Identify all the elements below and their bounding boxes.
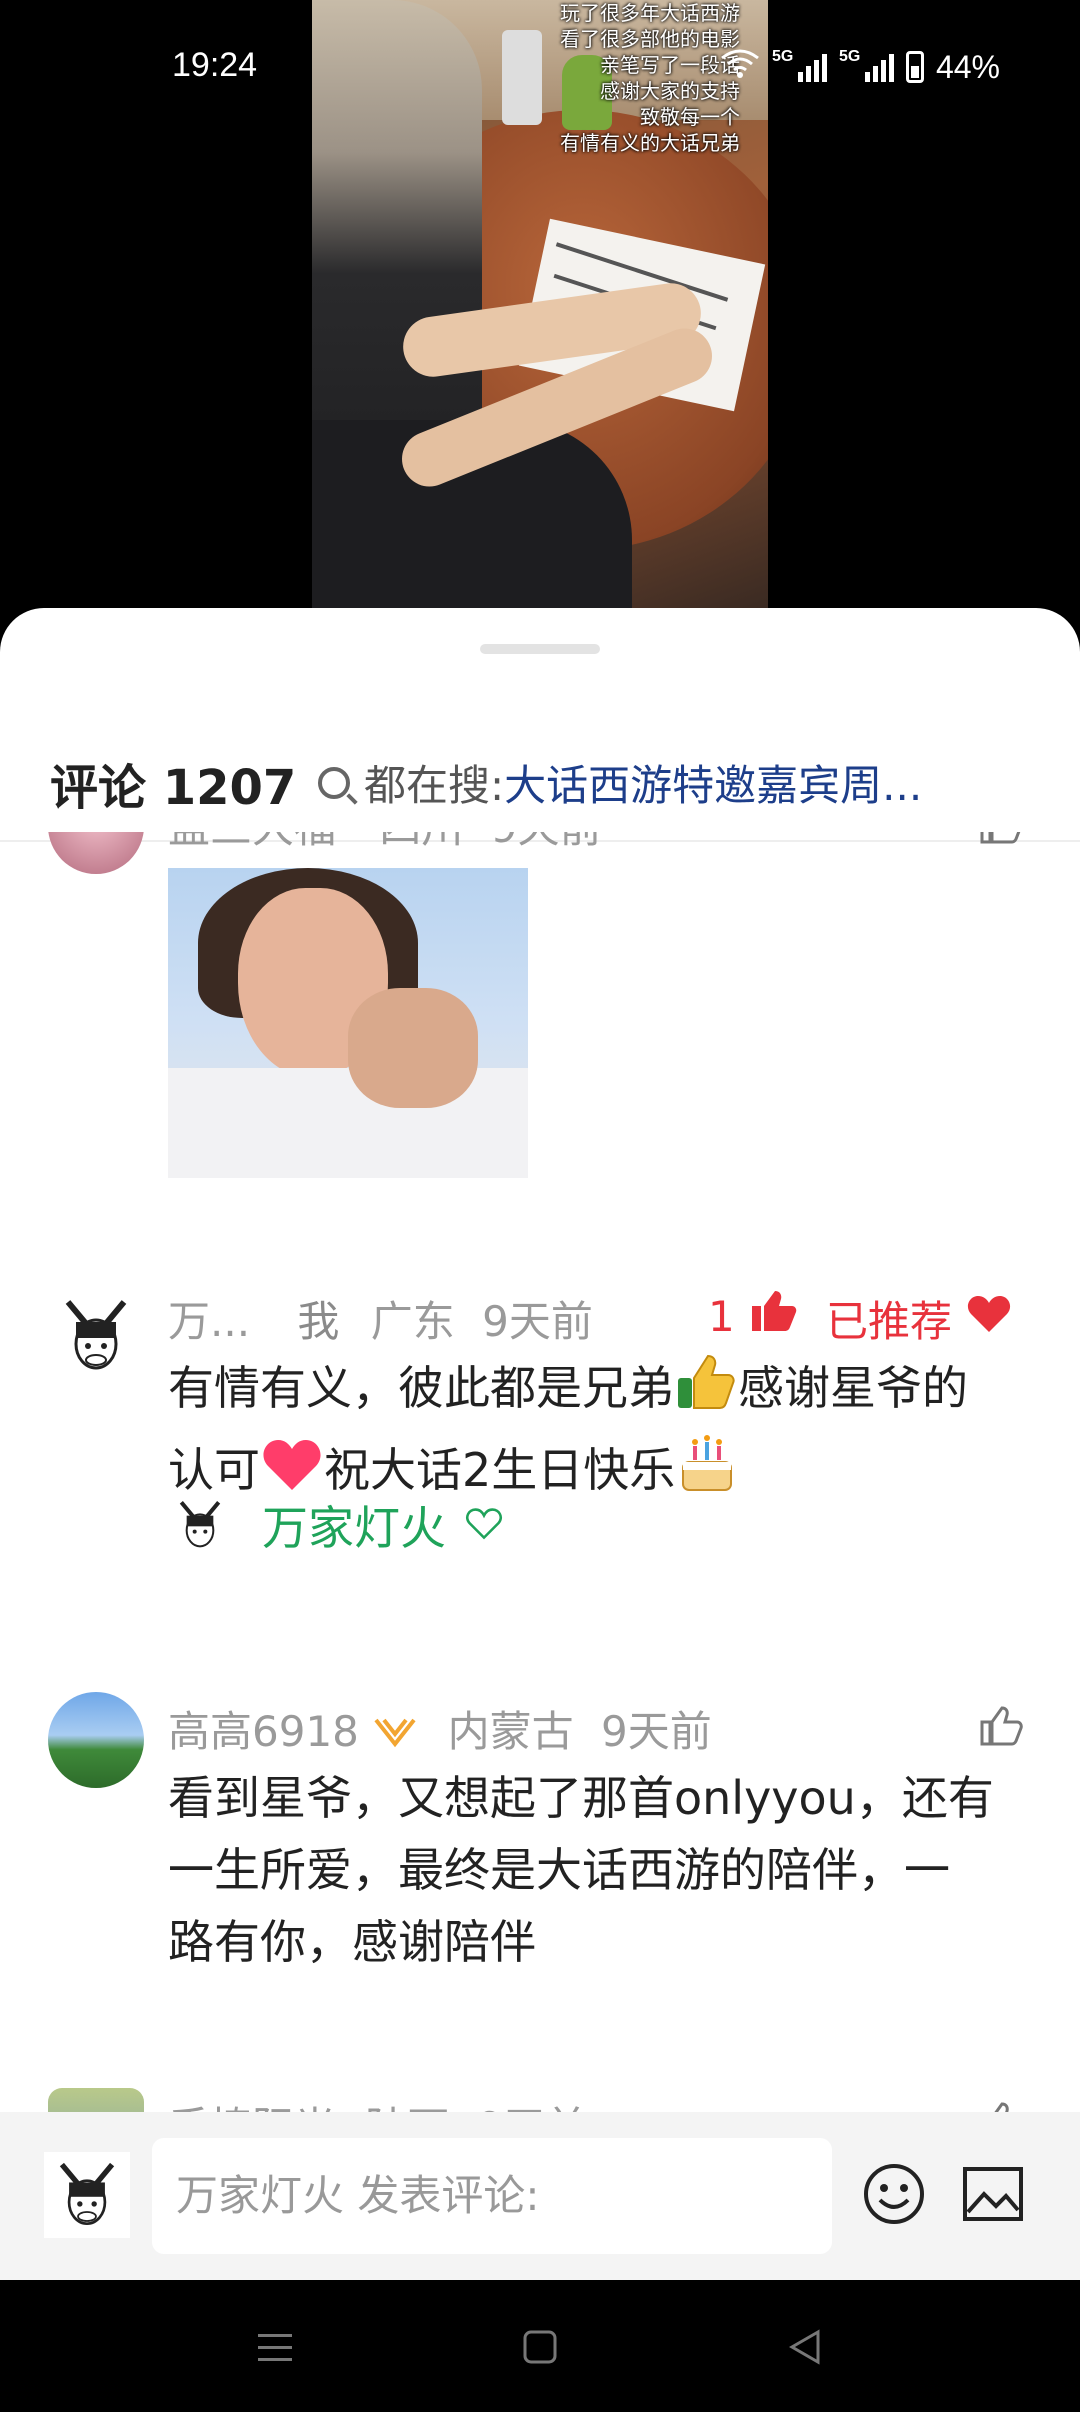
reply-by-me[interactable]: 万家灯火 xyxy=(168,1492,504,1558)
heart-outline-icon xyxy=(464,1498,504,1552)
comment-text: 看到星爷，又想起了那首onlyyou，还有 一生所爱，最终是大话西游的陪伴，一 … xyxy=(168,1762,1038,1978)
network-type: 5G xyxy=(771,48,794,65)
emoji-button-icon[interactable] xyxy=(862,2162,926,2226)
like-button[interactable]: 1 xyxy=(708,1288,797,1344)
system-navigation-bar xyxy=(0,2280,1080,2412)
comment-count: 评论 1207 xyxy=(50,760,297,816)
comment-meta: 万... 我 广东 9天前 xyxy=(168,1288,593,1349)
reply-avatar xyxy=(168,1493,232,1557)
cake-emoji-icon xyxy=(675,1432,739,1514)
back-icon[interactable] xyxy=(780,2322,830,2372)
avatar[interactable] xyxy=(48,1692,144,1788)
cellular-signal-icon: 5G xyxy=(772,48,827,82)
comment-text-line: 一生所爱，最终是大话西游的陪伴，一 xyxy=(168,1843,950,1897)
avatar[interactable] xyxy=(48,2088,144,2112)
avatar[interactable] xyxy=(48,1288,144,1384)
comment-input-bar: 万家灯火 发表评论: xyxy=(0,2112,1080,2280)
gif-hand xyxy=(348,988,478,1108)
image-button-icon[interactable] xyxy=(962,2166,1024,2222)
search-prefix: 都在搜: xyxy=(364,761,505,810)
clock: 19:24 xyxy=(172,46,258,84)
recommended-badge[interactable]: 已推荐 xyxy=(826,1288,1012,1349)
home-icon[interactable] xyxy=(515,2322,565,2372)
network-type: 5G xyxy=(838,48,861,65)
timestamp: 9天前 xyxy=(477,2103,588,2112)
like-filled-icon xyxy=(749,1288,797,1344)
like-icon[interactable] xyxy=(978,1704,1024,1752)
location: 陕西 xyxy=(365,2103,449,2112)
like-count: 1 xyxy=(708,1291,735,1341)
search-term: 大话西游特邀嘉宾周... xyxy=(504,761,923,810)
comment-text: 有情有义，彼此都是兄弟 感谢星爷的 认可 祝大话2生日快乐 xyxy=(168,1352,1038,1514)
timestamp: 9天前 xyxy=(482,1297,593,1346)
heart-icon xyxy=(966,1294,1012,1344)
search-icon xyxy=(318,766,350,799)
video-caption-line: 有情有义的大话兄弟 xyxy=(560,131,740,155)
reply-username: 万家灯火 xyxy=(262,1501,446,1555)
status-icons: 5G 5G 44% xyxy=(720,48,1000,86)
comment-text-part: 有情有义，彼此都是兄弟 xyxy=(168,1361,674,1415)
video-caption-line: 致敬每一个 xyxy=(640,105,740,129)
username[interactable]: 手捧阳光 xyxy=(168,2103,336,2112)
comment-sheet: 评论 1207 都在搜: 大话西游特邀嘉宾周... 盖三大福 四川 9天前 xyxy=(0,608,1080,2280)
like-icon[interactable] xyxy=(978,2100,1024,2112)
username[interactable]: 高高6918 xyxy=(168,1707,359,1756)
comment-input[interactable]: 万家灯火 发表评论: xyxy=(152,2138,832,2254)
comment-text-part: 认可 xyxy=(168,1443,260,1497)
battery-icon xyxy=(905,51,924,83)
comment-text-line: 看到星爷，又想起了那首onlyyou，还有 xyxy=(168,1771,994,1825)
location: 广东 xyxy=(370,1297,455,1346)
recommended-label: 已推荐 xyxy=(826,1297,953,1346)
timestamp: 9天前 xyxy=(600,1707,712,1756)
comment-text-part: 感谢星爷的 xyxy=(738,1361,968,1415)
like-icon[interactable] xyxy=(978,832,1024,850)
comment-meta: 高高6918 内蒙古 9天前 xyxy=(168,1698,712,1760)
drag-handle[interactable] xyxy=(480,644,600,654)
location: 内蒙古 xyxy=(447,1707,574,1756)
video-caption-line: 玩了很多年大话西游 xyxy=(560,1,740,25)
username[interactable]: 盖三大福 xyxy=(168,832,336,852)
comment-meta: 手捧阳光 陕西 9天前 xyxy=(168,2094,587,2112)
search-suggestion[interactable]: 都在搜: 大话西游特邀嘉宾周... xyxy=(318,752,922,813)
location: 四川 xyxy=(379,832,463,852)
menu-icon[interactable] xyxy=(250,2322,300,2372)
gif-robe xyxy=(168,1068,528,1178)
comment-gif-image[interactable] xyxy=(168,868,528,1178)
comment-text-line: 路有你，感谢陪伴 xyxy=(168,1915,536,1969)
wifi-icon xyxy=(720,48,760,86)
vip-badge-icon xyxy=(372,1711,418,1760)
thumbs-up-emoji-icon xyxy=(674,1352,738,1432)
comments-header: 评论 1207 都在搜: 大话西游特邀嘉宾周... xyxy=(0,718,1080,842)
battery-percent: 44% xyxy=(935,48,1000,85)
comment-text-part: 祝大话2生日快乐 xyxy=(324,1443,676,1497)
username[interactable]: 万... xyxy=(168,1297,250,1346)
comment-list[interactable]: 盖三大福 四川 9天前 万... 我 广东 9天前 xyxy=(0,832,1080,2112)
avatar[interactable] xyxy=(48,832,144,874)
status-bar: 19:24 5G 5G 44% xyxy=(0,40,1080,100)
cellular-signal-icon: 5G xyxy=(839,48,894,82)
timestamp: 9天前 xyxy=(491,832,602,852)
me-tag: 我 xyxy=(297,1297,340,1346)
my-avatar[interactable] xyxy=(44,2152,130,2238)
comment-meta: 盖三大福 四川 9天前 xyxy=(168,832,601,855)
